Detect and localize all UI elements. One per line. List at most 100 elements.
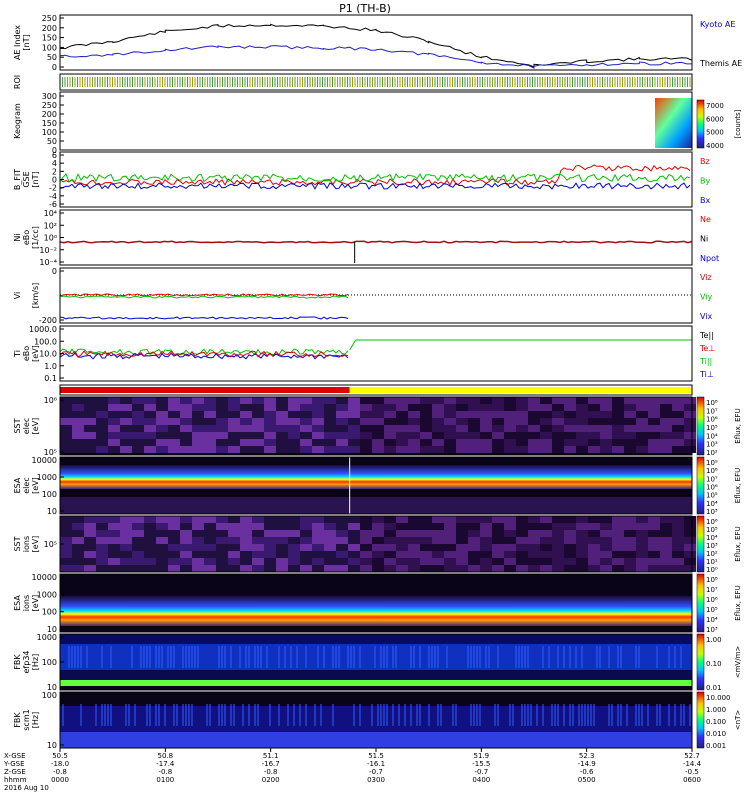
spectrogram-cell (252, 439, 264, 446)
colorbar-tick: 10⁵ (706, 424, 718, 432)
spectrogram-cell (132, 530, 144, 537)
spectrogram-cell (204, 523, 216, 530)
spectrogram-cell (168, 425, 180, 432)
legend-entry: Ti|| (699, 357, 712, 366)
spectrogram-cell (180, 558, 192, 565)
y-axis-label: Vi (13, 292, 22, 300)
spectrogram-cell (216, 565, 228, 572)
spectrogram-cell (192, 516, 204, 523)
spectrogram-cell (528, 558, 540, 565)
spectrogram-cell (456, 523, 468, 530)
colorbar-tick: 10² (706, 449, 718, 457)
spectrogram-cell (120, 523, 132, 530)
spectrogram-cell (180, 411, 192, 418)
y-tick-label: 10.0 (39, 350, 57, 359)
spectrogram-cell (444, 530, 456, 537)
colorbar-tick: 10⁷ (706, 407, 718, 415)
spectrogram-cell (612, 418, 624, 425)
y-axis-label: Ni (13, 233, 22, 241)
spectrogram-cell (432, 516, 444, 523)
plot-page: P1 (TH-B) 250 200 150 100 50 0 AE Index [nT] Kyo… (0, 0, 750, 800)
x-tick-value: 0600 (683, 776, 701, 784)
y-axis-label: efp34 (22, 651, 31, 674)
spectrogram-cell (444, 411, 456, 418)
spectrogram-cell (444, 558, 456, 565)
spectrogram-cell (300, 418, 312, 425)
spectrogram-cell (396, 558, 408, 565)
spectrogram-cell (204, 516, 216, 523)
spectrogram-cell (540, 446, 552, 453)
spectrogram-cell (348, 530, 360, 537)
spectrogram-cell (360, 425, 372, 432)
spectrogram-cell (492, 432, 504, 439)
x-tick-value: 50.5 (52, 752, 68, 760)
spectrogram-cell (636, 411, 648, 418)
spectrogram-cell (228, 446, 240, 453)
x-tick-value: 50.8 (158, 752, 174, 760)
spectrogram-cell (540, 439, 552, 446)
spectrogram-cell (588, 418, 600, 425)
spectrogram-cell (432, 551, 444, 558)
spectrogram-cell (144, 439, 156, 446)
spectrogram-cell (168, 565, 180, 572)
spectrogram-cell (504, 523, 516, 530)
spectrogram-cell (408, 404, 420, 411)
spectrogram-cell (528, 432, 540, 439)
x-tick-value: 51.5 (368, 752, 384, 760)
spectrogram-cell (252, 411, 264, 418)
colorbar-gradient (696, 515, 705, 573)
spectrogram-cell (372, 411, 384, 418)
x-tick-value: -0.8 (158, 768, 172, 776)
spectrogram-cell (324, 425, 336, 432)
spectrogram-cell (348, 446, 360, 453)
spectrogram-cell (324, 439, 336, 446)
colorbar-esa_i: 10⁸ 10⁷ 10⁶ 10⁵ 10⁴ 10³ Eflux, EFU (696, 573, 742, 634)
spectrogram-cell (192, 446, 204, 453)
spectrogram-cell (204, 544, 216, 551)
spectrogram-cell (264, 425, 276, 432)
spectrogram-cell (168, 530, 180, 537)
spectrogram-cell (588, 411, 600, 418)
y-axis-label: SST (13, 536, 22, 551)
spectrogram-cell (72, 397, 84, 404)
spectrogram-cell (276, 425, 288, 432)
spectrogram-cell (288, 439, 300, 446)
spectrogram-cell (516, 432, 528, 439)
esa-electron-low (60, 497, 692, 514)
spectrogram-cell (432, 397, 444, 404)
y-axis-label: GSE (22, 171, 31, 187)
spectrogram-cell (540, 418, 552, 425)
spectrogram-cell (192, 432, 204, 439)
spectrogram-cell (480, 425, 492, 432)
x-tick-value: 51.9 (474, 752, 490, 760)
spectrogram-cell (660, 530, 672, 537)
spectrogram-cell (312, 425, 324, 432)
spectrogram-cell (60, 523, 72, 530)
spectrogram-cell (468, 432, 480, 439)
spectrogram-cell (384, 439, 396, 446)
colorbar-fbk1: 1.00 0.10 0.01 <mV/m> (696, 633, 742, 692)
spectrogram-cell (72, 523, 84, 530)
spectrogram-cell (384, 446, 396, 453)
spectrogram-cell (516, 530, 528, 537)
spectrogram-cell (348, 397, 360, 404)
spectrogram-cell (276, 439, 288, 446)
spectrogram-cell (84, 446, 96, 453)
spectrogram-cell (396, 397, 408, 404)
spectrogram-cell (576, 411, 588, 418)
spectrogram-cell (108, 418, 120, 425)
spectrogram-cell (684, 558, 696, 565)
y-axis-label: FBK (13, 654, 22, 670)
spectrogram-cell (324, 530, 336, 537)
x-tick-value: 51.1 (263, 752, 279, 760)
spectrogram-cell (276, 516, 288, 523)
spectrogram-cell (576, 404, 588, 411)
colorbar-tick: 10⁴ (706, 432, 718, 440)
spectrogram-cell (684, 418, 696, 425)
spectrogram-cell (312, 404, 324, 411)
spectrogram-cell (672, 530, 684, 537)
spectrogram-cell (204, 425, 216, 432)
spectrogram-cell (624, 418, 636, 425)
spectrogram-cell (492, 558, 504, 565)
spectrogram-cell (540, 544, 552, 551)
